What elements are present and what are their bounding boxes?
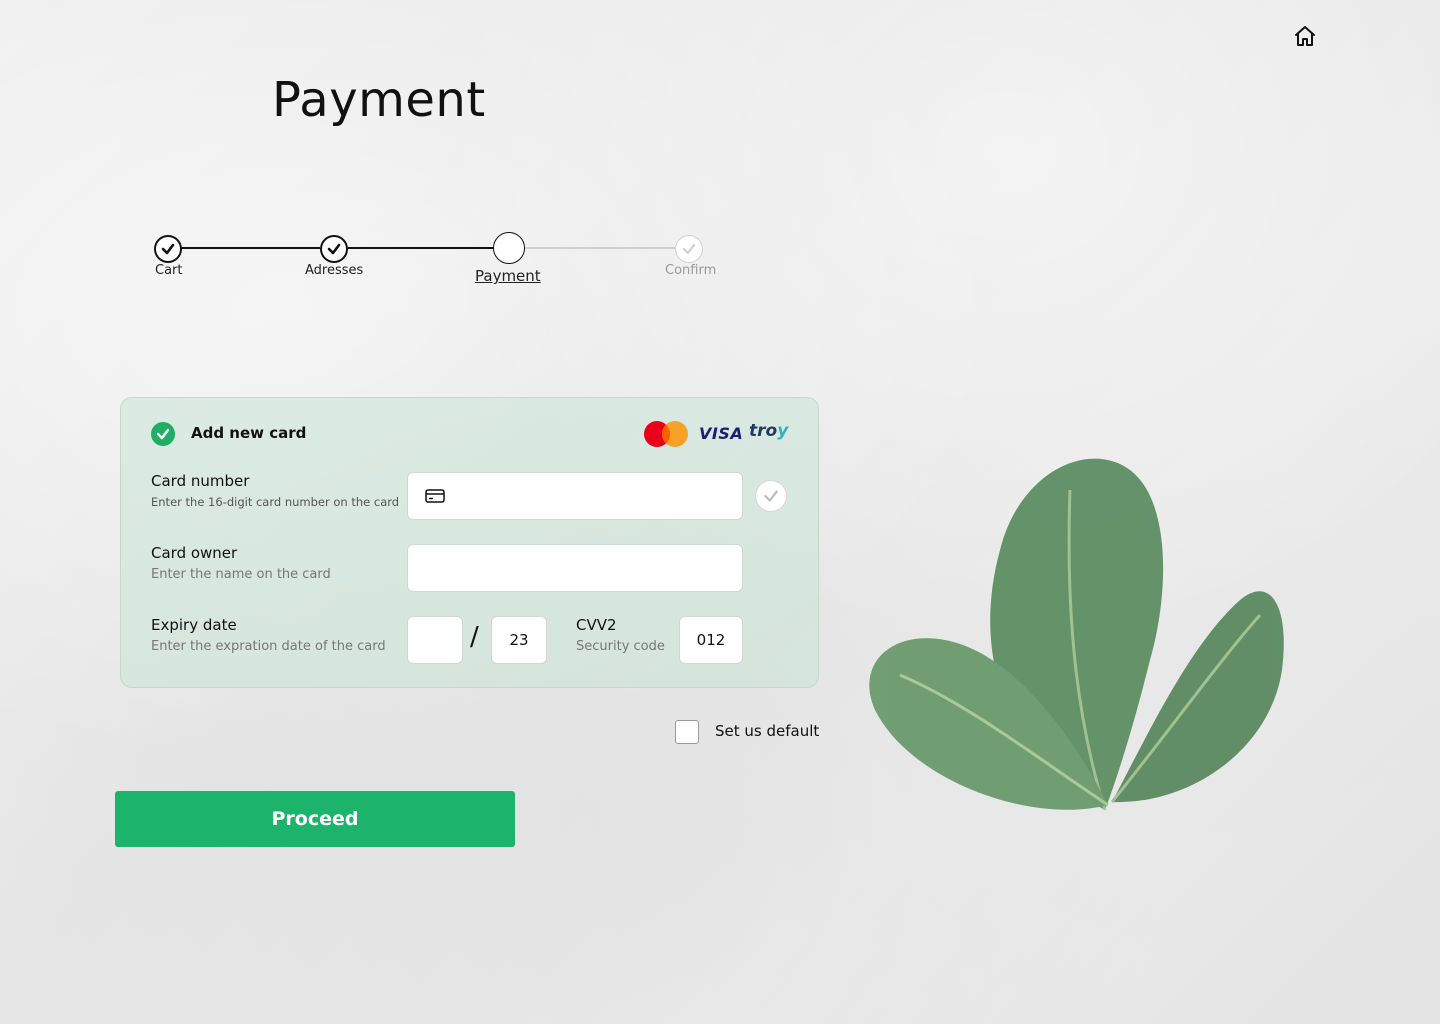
- expiry-month-input[interactable]: [407, 616, 463, 664]
- cvv-label: CVV2: [576, 616, 617, 634]
- add-new-card-heading: Add new card: [191, 424, 307, 442]
- step-label-confirm: Confirm: [665, 263, 717, 278]
- step-connector-1: [181, 247, 320, 249]
- step-label-adresses[interactable]: Adresses: [305, 263, 363, 278]
- set-default-label[interactable]: Set us default: [715, 722, 819, 740]
- selected-check-icon[interactable]: [151, 422, 175, 446]
- expiry-year-input[interactable]: [491, 616, 547, 664]
- visa-logo: VISA: [699, 424, 744, 443]
- checkout-stepper: Cart Adresses Payment Confirm: [0, 0, 1440, 320]
- expiry-date-hint: Enter the expration date of the card: [151, 639, 386, 654]
- card-number-hint: Enter the 16-digit card number on the ca…: [151, 495, 400, 509]
- expiry-date-label: Expiry date: [151, 616, 237, 634]
- card-owner-label: Card owner: [151, 544, 238, 562]
- mastercard-logo-icon: [644, 421, 688, 447]
- credit-card-icon: [425, 489, 445, 503]
- card-valid-check-icon: [755, 480, 787, 512]
- card-number-label: Card number: [151, 472, 250, 490]
- expiry-separator: /: [470, 622, 479, 652]
- step-connector-2: [348, 247, 493, 249]
- card-number-input[interactable]: [407, 472, 743, 520]
- proceed-button[interactable]: Proceed: [115, 791, 515, 847]
- step-confirm-check-icon: [675, 235, 703, 263]
- set-default-checkbox[interactable]: [675, 720, 699, 744]
- step-adresses-check-icon[interactable]: [320, 235, 348, 263]
- cvv-input[interactable]: [679, 616, 743, 664]
- card-owner-hint: Enter the name on the card: [151, 567, 331, 582]
- troy-logo: troy: [749, 421, 789, 441]
- spinach-leaves-image: [869, 458, 1284, 811]
- step-label-cart[interactable]: Cart: [155, 263, 183, 278]
- step-connector-3: [525, 247, 675, 249]
- step-cart-check-icon[interactable]: [154, 235, 182, 263]
- step-label-payment[interactable]: Payment: [475, 267, 541, 285]
- cvv-hint: Security code: [576, 639, 665, 654]
- step-payment-current-icon[interactable]: [493, 232, 525, 264]
- card-owner-input[interactable]: [407, 544, 743, 592]
